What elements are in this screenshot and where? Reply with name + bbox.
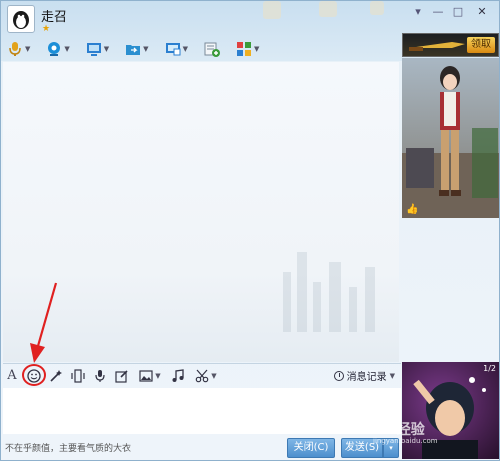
- avatar-penguin-icon: [13, 11, 29, 29]
- doodle-button[interactable]: [113, 366, 131, 386]
- minimize-button[interactable]: —: [429, 4, 447, 20]
- chevron-down-icon: ▼: [155, 371, 161, 380]
- message-history-label: 消息记录: [346, 372, 387, 383]
- remote-desktop-icon: [165, 43, 181, 56]
- create-group-icon: [204, 42, 220, 57]
- file-transfer-button[interactable]: ▼: [123, 39, 150, 59]
- close-button[interactable]: 关闭(C): [287, 438, 335, 458]
- annotation-highlight-circle: [22, 364, 46, 386]
- message-history-area[interactable]: [3, 62, 399, 362]
- vibrate-icon: [71, 368, 85, 383]
- apps-icon: [236, 42, 251, 56]
- magic-wand-icon: [50, 369, 62, 382]
- image-button[interactable]: ▼: [135, 366, 165, 386]
- knife-item-icon: [409, 42, 465, 51]
- video-call-button[interactable]: ▼: [44, 39, 71, 59]
- scissors-icon: [195, 369, 209, 382]
- watermark-brand: Bai 经验: [367, 422, 425, 438]
- vibrate-button[interactable]: [69, 366, 87, 386]
- message-input[interactable]: [3, 388, 401, 434]
- magic-emoji-button[interactable]: [47, 366, 65, 386]
- background-scenery: [283, 252, 375, 332]
- music-note-icon: [172, 368, 184, 382]
- window-controls: ▾ — □ ✕: [409, 4, 495, 20]
- contact-avatar[interactable]: [7, 5, 35, 33]
- close-window-button[interactable]: ✕: [469, 4, 495, 20]
- music-button[interactable]: [169, 366, 187, 386]
- create-group-button[interactable]: [202, 39, 222, 59]
- contact-show-avatar[interactable]: 👍: [402, 58, 499, 218]
- thumbs-up-icon[interactable]: 👍: [406, 204, 418, 215]
- apps-button[interactable]: ▼: [234, 39, 261, 59]
- screen-share-button[interactable]: ▼: [84, 39, 111, 59]
- chevron-down-icon: ▼: [211, 371, 217, 380]
- webcam-icon: [48, 42, 61, 56]
- edit-icon: [115, 369, 128, 383]
- voice-message-button[interactable]: [91, 366, 109, 386]
- microphone-icon: [95, 369, 105, 382]
- skin-decoration: [263, 1, 281, 19]
- annotation-arrow: [30, 282, 58, 363]
- top-toolbar: ▼ ▼ ▼ ▼ ▼ ▼: [5, 38, 261, 60]
- chevron-down-icon: ▼: [389, 371, 395, 380]
- claim-button[interactable]: 领取: [467, 37, 495, 53]
- clock-icon: [333, 370, 344, 381]
- font-button[interactable]: A: [3, 366, 21, 386]
- avatar-figure: [402, 66, 499, 218]
- member-star-icon: ★: [42, 24, 51, 34]
- font-icon: A: [7, 368, 17, 383]
- file-transfer-icon: [126, 45, 141, 55]
- message-history-button[interactable]: 消息记录 ▼: [333, 368, 395, 383]
- image-icon: [139, 369, 153, 382]
- remote-desktop-button[interactable]: ▼: [163, 39, 190, 59]
- voice-call-button[interactable]: ▼: [5, 39, 32, 59]
- contact-name[interactable]: 走召: [41, 6, 67, 25]
- screenshot-button[interactable]: ▼: [191, 366, 221, 386]
- signature-tip: 不在乎颜值，主要看气质的大衣: [5, 444, 132, 454]
- watermark-url: jingyan.baidu.com: [373, 437, 438, 445]
- show-pager[interactable]: 1/2: [483, 364, 496, 373]
- chat-window: 走召 ★ ▾ — □ ✕ ▼ ▼ ▼ ▼ ▼ ▼ 领取 👍 1/2 A ▼ ▼ …: [0, 0, 500, 461]
- skin-decoration: [370, 1, 384, 15]
- promo-banner[interactable]: 领取: [402, 33, 499, 57]
- microphone-icon: [9, 42, 21, 56]
- skin-decoration: [319, 1, 337, 17]
- maximize-button[interactable]: □: [449, 4, 467, 20]
- screen-share-icon: [86, 43, 101, 56]
- menu-button[interactable]: ▾: [409, 4, 427, 20]
